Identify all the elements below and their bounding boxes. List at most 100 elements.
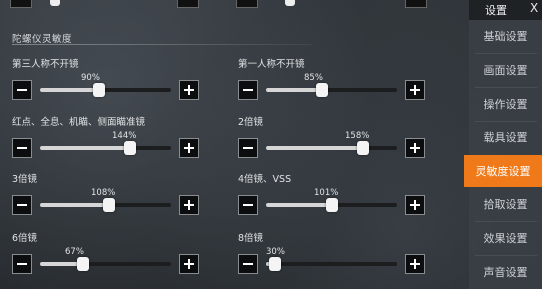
setting-4x-scope-vss: 4倍镜、VSS 101%: [238, 171, 438, 221]
setting-6x-scope: 6倍镜 67%: [12, 230, 212, 280]
setting-label: 2倍镜: [238, 117, 264, 128]
slider-thumb[interactable]: [103, 198, 115, 212]
decrease-button[interactable]: [238, 138, 258, 158]
setting-label: 8倍镜: [238, 233, 264, 244]
sidebar-item-basic[interactable]: 基础设置: [469, 20, 542, 52]
increase-button[interactable]: [179, 138, 199, 158]
partial-slider-thumb[interactable]: [50, 0, 60, 6]
slider-thumb[interactable]: [269, 257, 281, 271]
minus-icon: [17, 89, 27, 91]
plus-icon: [410, 200, 420, 210]
setting-label: 3倍镜: [12, 174, 38, 185]
slider-fill: [266, 88, 322, 92]
sidebar-item-vehicle[interactable]: 载具设置: [469, 121, 542, 153]
slider-thumb[interactable]: [357, 141, 369, 155]
plus-icon: [410, 259, 420, 269]
slider-thumb[interactable]: [93, 83, 105, 97]
setting-label: 4倍镜、VSS: [238, 174, 292, 185]
setting-value: 144%: [112, 131, 137, 141]
slider-track[interactable]: [266, 257, 397, 271]
slider-fill: [40, 203, 109, 207]
slider-thumb[interactable]: [77, 257, 89, 271]
setting-label: 第一人称不开镜: [238, 59, 305, 70]
section-divider: [12, 44, 312, 45]
setting-label: 6倍镜: [12, 233, 38, 244]
setting-label: 第三人称不开镜: [12, 59, 79, 70]
increase-button[interactable]: [179, 254, 199, 274]
plus-icon: [410, 143, 420, 153]
slider-fill: [266, 146, 363, 150]
minus-icon: [17, 263, 27, 265]
minus-icon: [243, 147, 253, 149]
slider-track[interactable]: [266, 198, 397, 212]
setting-value: 90%: [81, 73, 100, 83]
setting-first-person-no-scope: 第一人称不开镜 85%: [238, 56, 438, 106]
setting-3x-scope: 3倍镜 108%: [12, 171, 212, 221]
decrease-button[interactable]: [12, 80, 32, 100]
plus-icon: [184, 200, 194, 210]
setting-value: 67%: [65, 247, 84, 257]
slider-fill: [40, 88, 99, 92]
section-title: 陀螺仪灵敏度: [12, 34, 73, 45]
slider-track[interactable]: [266, 141, 397, 155]
setting-8x-scope: 8倍镜 30%: [238, 230, 438, 280]
minus-icon: [17, 147, 27, 149]
sidebar-item-graphics[interactable]: 画面设置: [469, 54, 542, 86]
increase-button[interactable]: [405, 254, 425, 274]
decrease-button[interactable]: [238, 254, 258, 274]
partial-plus-button[interactable]: [405, 0, 427, 8]
sidebar-item-controls[interactable]: 操作设置: [469, 88, 542, 120]
increase-button[interactable]: [405, 80, 425, 100]
partial-minus-button[interactable]: [10, 0, 32, 8]
settings-sidebar: 设置 X 基础设置 画面设置 操作设置 载具设置 灵敏度设置 拾取设置 效果设置…: [464, 0, 542, 289]
slider-thumb[interactable]: [124, 141, 136, 155]
close-icon[interactable]: X: [530, 1, 538, 15]
increase-button[interactable]: [405, 138, 425, 158]
decrease-button[interactable]: [12, 254, 32, 274]
slider-track[interactable]: [40, 198, 171, 212]
minus-icon: [17, 204, 27, 206]
decrease-button[interactable]: [12, 195, 32, 215]
sidebar-header: 设置 X: [469, 0, 542, 20]
slider-fill: [266, 203, 332, 207]
sidebar-item-pickup[interactable]: 拾取设置: [469, 188, 542, 220]
setting-value: 30%: [266, 247, 285, 257]
plus-icon: [184, 143, 194, 153]
sidebar-item-effects[interactable]: 效果设置: [469, 222, 542, 254]
plus-icon: [184, 259, 194, 269]
slider-track[interactable]: [40, 83, 171, 97]
increase-button[interactable]: [405, 195, 425, 215]
setting-value: 158%: [345, 131, 370, 141]
setting-red-dot-holo-iron-side: 红点、全息、机瞄、侧面瞄准镜 144%: [12, 114, 212, 164]
setting-2x-scope: 2倍镜 158%: [238, 114, 438, 164]
slider-thumb[interactable]: [326, 198, 338, 212]
sensitivity-panel: 陀螺仪灵敏度 第三人称不开镜 90% 第一人称不开镜 85% 红点、全息、机瞄、…: [0, 0, 463, 289]
sidebar-item-sensitivity[interactable]: 灵敏度设置: [464, 155, 542, 187]
plus-icon: [184, 85, 194, 95]
partial-slider-thumb[interactable]: [285, 0, 295, 6]
minus-icon: [243, 89, 253, 91]
minus-icon: [243, 204, 253, 206]
slider-track[interactable]: [266, 83, 397, 97]
previous-slider-row-partial: [0, 0, 463, 8]
slider-fill: [40, 146, 130, 150]
minus-icon: [243, 263, 253, 265]
sidebar-title: 设置: [485, 4, 507, 17]
decrease-button[interactable]: [238, 80, 258, 100]
decrease-button[interactable]: [12, 138, 32, 158]
setting-third-person-no-scope: 第三人称不开镜 90%: [12, 56, 212, 106]
sidebar-item-sound[interactable]: 声音设置: [469, 256, 542, 288]
plus-icon: [410, 85, 420, 95]
setting-label: 红点、全息、机瞄、侧面瞄准镜: [12, 117, 146, 128]
decrease-button[interactable]: [238, 195, 258, 215]
increase-button[interactable]: [179, 80, 199, 100]
setting-value: 85%: [304, 73, 323, 83]
setting-value: 108%: [91, 188, 116, 198]
slider-thumb[interactable]: [316, 83, 328, 97]
partial-minus-button[interactable]: [236, 0, 258, 8]
increase-button[interactable]: [179, 195, 199, 215]
setting-value: 101%: [314, 188, 339, 198]
partial-plus-button[interactable]: [177, 0, 199, 8]
slider-track[interactable]: [40, 257, 171, 271]
slider-track[interactable]: [40, 141, 171, 155]
